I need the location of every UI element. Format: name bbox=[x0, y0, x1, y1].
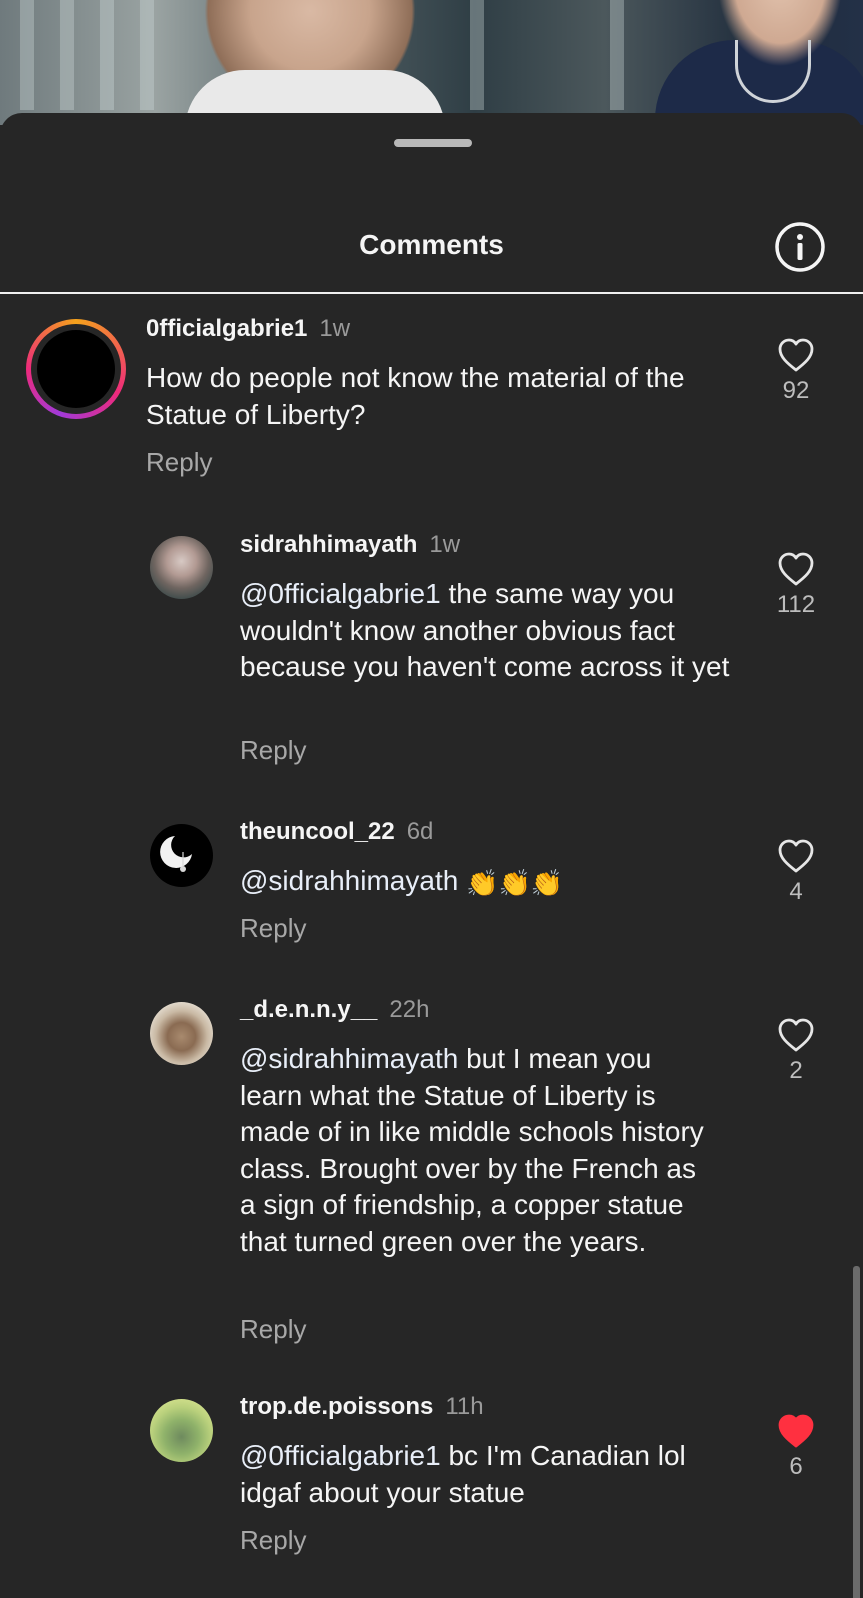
comments-sheet: Comments 0fficialgabrie1 1w How do people… bbox=[0, 113, 863, 1598]
avatar[interactable] bbox=[26, 319, 126, 419]
username-link[interactable]: _d.e.n.n.y__ bbox=[240, 996, 377, 1023]
like-count: 2 bbox=[789, 1057, 803, 1084]
comment-meta: sidrahhimayath 1w bbox=[240, 531, 460, 559]
mention-link[interactable]: @0fficialgabrie1 bbox=[240, 1440, 441, 1471]
avatar[interactable] bbox=[150, 824, 213, 887]
video-preview bbox=[0, 0, 863, 125]
like-button[interactable]: 4 bbox=[766, 838, 826, 906]
avatar[interactable] bbox=[150, 1399, 213, 1462]
comment-text: How do people not know the material of t… bbox=[146, 362, 685, 430]
reply-button[interactable]: Reply bbox=[240, 735, 306, 766]
heart-outline-icon bbox=[778, 338, 814, 372]
like-button[interactable]: 112 bbox=[766, 551, 826, 619]
comment-text: @0fficialgabrie1 the same way you wouldn… bbox=[240, 578, 730, 682]
like-count: 6 bbox=[789, 1453, 803, 1480]
heart-filled-icon bbox=[778, 1414, 814, 1448]
like-count: 112 bbox=[776, 591, 816, 618]
drag-handle[interactable] bbox=[394, 139, 472, 147]
timestamp: 22h bbox=[389, 996, 430, 1023]
header-divider bbox=[0, 292, 863, 294]
comment-meta: trop.de.poissons 11h bbox=[240, 1393, 484, 1421]
username-link[interactable]: theuncool_22 bbox=[240, 818, 395, 845]
avatar[interactable] bbox=[150, 1002, 213, 1065]
like-button[interactable]: 92 bbox=[766, 337, 826, 405]
like-button[interactable]: 2 bbox=[766, 1017, 826, 1085]
comment-meta: 0fficialgabrie1 1w bbox=[146, 315, 350, 343]
comment-text: @sidrahhimayath 👏👏👏 bbox=[240, 863, 740, 902]
heart-outline-icon bbox=[778, 1018, 814, 1052]
comment-text: @0fficialgabrie1 bc I'm Canadian lol idg… bbox=[240, 1440, 686, 1508]
heart-outline-icon bbox=[778, 552, 814, 586]
timestamp: 1w bbox=[319, 315, 351, 342]
timestamp: 1w bbox=[429, 531, 461, 558]
comment-meta: _d.e.n.n.y__ 22h bbox=[240, 996, 429, 1024]
timestamp: 6d bbox=[406, 818, 434, 845]
comment-text: @sidrahhimayath but I mean you learn wha… bbox=[240, 1043, 704, 1257]
reply-button[interactable]: Reply bbox=[240, 1525, 306, 1556]
heart-outline-icon bbox=[778, 839, 814, 873]
mention-link[interactable]: @0fficialgabrie1 bbox=[240, 578, 441, 609]
username-link[interactable]: sidrahhimayath bbox=[240, 531, 417, 558]
avatar[interactable] bbox=[150, 536, 213, 599]
username-link[interactable]: 0fficialgabrie1 bbox=[146, 315, 307, 342]
reply-button[interactable]: Reply bbox=[240, 913, 306, 944]
like-button[interactable]: 6 bbox=[766, 1413, 826, 1481]
reply-button[interactable]: Reply bbox=[240, 1314, 306, 1345]
mention-link[interactable]: @sidrahhimayath bbox=[240, 1043, 458, 1074]
clapping-hands-emoji: 👏👏👏 bbox=[466, 868, 564, 898]
page-title: Comments bbox=[359, 229, 504, 260]
info-icon[interactable] bbox=[773, 220, 827, 274]
mention-link[interactable]: @sidrahhimayath bbox=[240, 865, 458, 896]
reply-button[interactable]: Reply bbox=[146, 447, 212, 478]
comment-meta: theuncool_22 6d bbox=[240, 818, 433, 846]
scrollbar[interactable] bbox=[853, 1266, 860, 1598]
username-link[interactable]: trop.de.poissons bbox=[240, 1393, 433, 1420]
like-count: 92 bbox=[782, 377, 810, 404]
timestamp: 11h bbox=[445, 1393, 484, 1420]
like-count: 4 bbox=[789, 878, 803, 905]
